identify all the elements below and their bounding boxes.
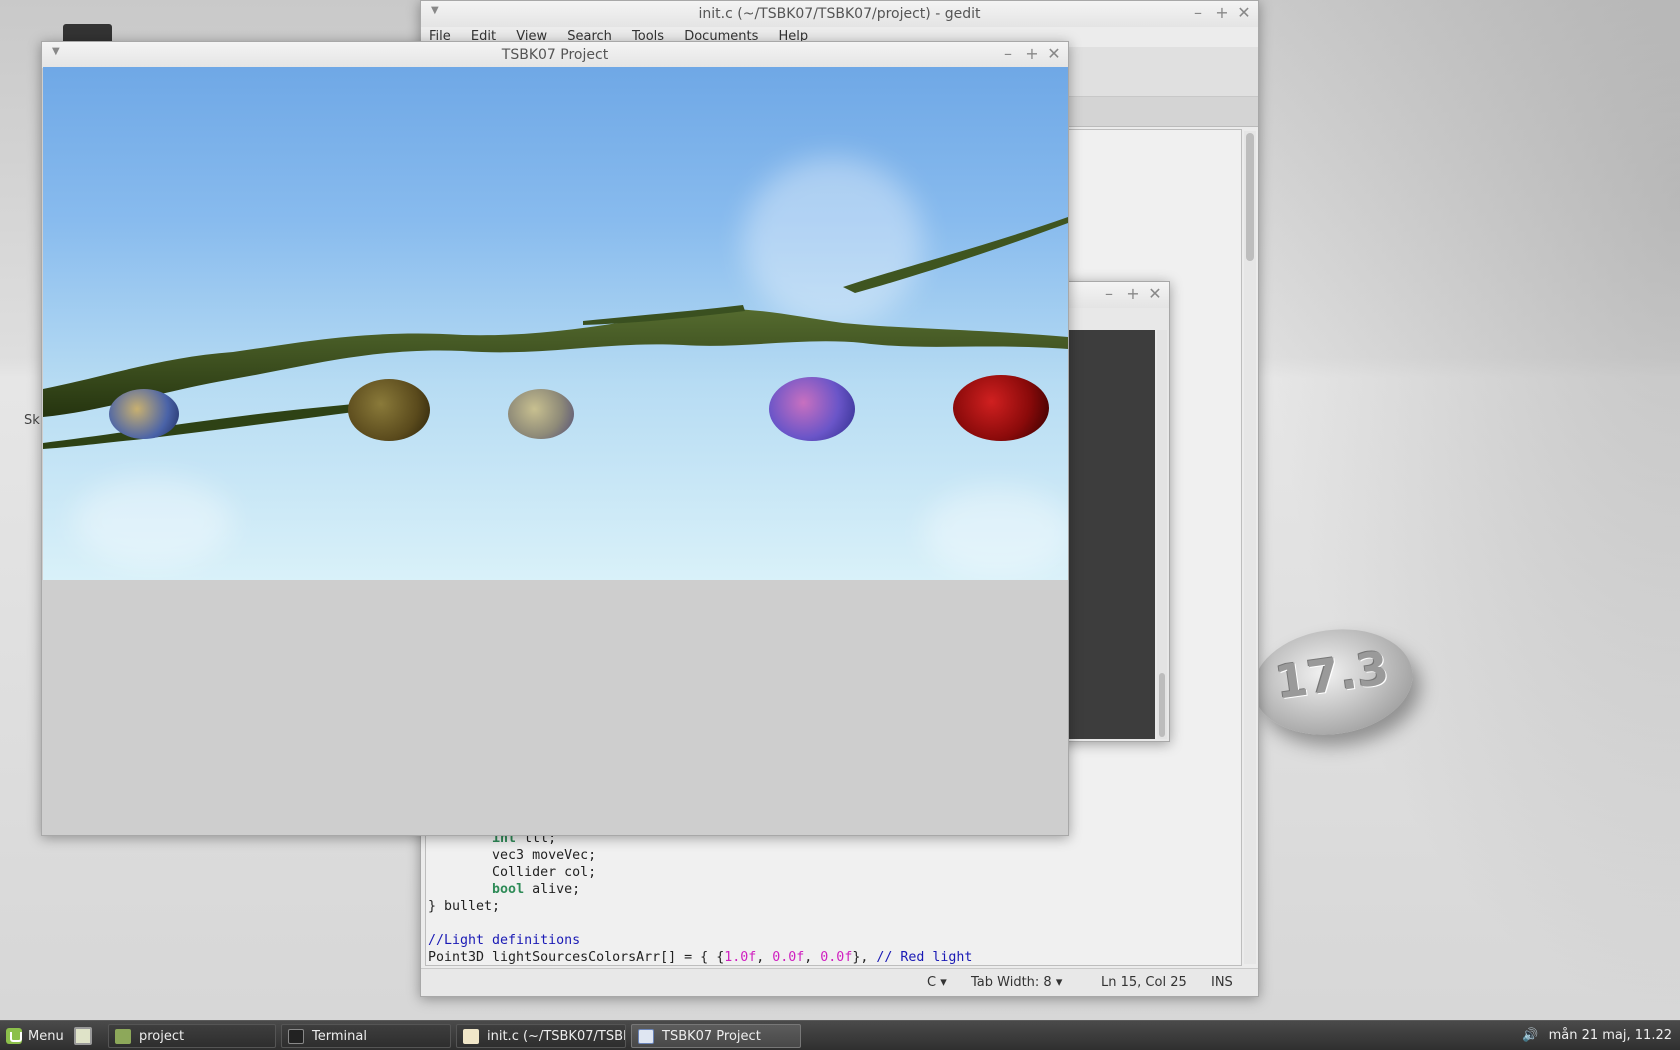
terminal-titlebar[interactable]: – + ✕: [1059, 282, 1169, 308]
maximize-icon[interactable]: +: [1212, 3, 1232, 22]
scrollbar-thumb[interactable]: [1159, 673, 1165, 737]
clock[interactable]: mån 21 maj, 11.22: [1549, 1028, 1672, 1043]
terminal-scrollbar[interactable]: [1157, 330, 1167, 739]
code-token: ,: [804, 950, 821, 965]
terminal-icon: [288, 1028, 304, 1044]
close-icon[interactable]: ✕: [1145, 284, 1165, 303]
text-editor-icon: [463, 1028, 479, 1044]
psychedelic-sphere: [769, 377, 855, 441]
terrain-strand: [843, 217, 1068, 293]
start-menu-button[interactable]: Menu: [6, 1025, 64, 1047]
moon-sphere: [508, 389, 574, 439]
taskbar: Menu project Terminal init.c (~/TSBK07/T…: [0, 1020, 1680, 1050]
opengl-viewport[interactable]: [43, 67, 1068, 580]
code-token: vec3 moveVec;: [428, 848, 597, 863]
taskbar-button-project[interactable]: project: [108, 1024, 276, 1048]
project-window: ▼ TSBK07 Project – + ✕: [41, 41, 1069, 836]
volume-icon[interactable]: 🔊: [1522, 1028, 1538, 1043]
tab-width-selector[interactable]: Tab Width: 8 ▾: [971, 975, 1062, 990]
code-token: 0.0f: [820, 950, 853, 965]
taskbar-button-gedit[interactable]: init.c (~/TSBK07/TSBK...: [456, 1024, 626, 1048]
taskbar-button-label: project: [139, 1028, 185, 1044]
language-selector[interactable]: C ▾: [927, 975, 947, 990]
code-token: alive;: [524, 882, 581, 897]
code-line[interactable]: bool alive;: [428, 881, 972, 898]
gedit-window-title: init.c (~/TSBK07/TSBK07/project) - gedit: [698, 6, 981, 22]
code-line[interactable]: Collider col;: [428, 864, 972, 881]
insert-mode: INS: [1211, 975, 1233, 990]
gedit-statusbar: C ▾ Tab Width: 8 ▾ Ln 15, Col 25 INS: [421, 968, 1258, 996]
window-icon: [638, 1028, 654, 1044]
taskbar-button-tsbk07[interactable]: TSBK07 Project: [631, 1024, 801, 1048]
desktop-icon-label: Sk: [24, 413, 40, 428]
lava-sphere: [953, 375, 1049, 441]
taskbar-button-label: init.c (~/TSBK07/TSBK...: [487, 1028, 625, 1044]
terminal-window: – + ✕: [1058, 281, 1170, 742]
code-token: // Red light: [876, 950, 973, 965]
code-token: ,: [756, 950, 773, 965]
gedit-titlebar[interactable]: ▼ init.c (~/TSBK07/TSBK07/project) - ged…: [421, 1, 1258, 27]
taskbar-button-label: TSBK07 Project: [662, 1028, 761, 1044]
terrain-svg: [43, 217, 1068, 449]
code-line[interactable]: vec3 moveVec;: [428, 847, 972, 864]
minimize-icon[interactable]: –: [1188, 3, 1208, 22]
project-titlebar[interactable]: ▼ TSBK07 Project – + ✕: [42, 42, 1068, 68]
cursor-position: Ln 15, Col 25: [1101, 975, 1187, 990]
rock-sphere: [348, 379, 430, 441]
badge-text: 17.3: [1272, 640, 1392, 710]
code-line[interactable]: //Light definitions: [428, 932, 972, 949]
maximize-icon[interactable]: +: [1123, 284, 1143, 303]
minimize-icon[interactable]: –: [1099, 284, 1119, 303]
code-text[interactable]: int ttl; vec3 moveVec; Collider col; boo…: [428, 830, 973, 965]
code-token: bool: [492, 882, 525, 897]
earth-sphere: [109, 389, 179, 439]
code-token: } bullet;: [428, 899, 501, 914]
language-label: C: [927, 975, 937, 990]
chevron-down-icon: ▾: [1055, 975, 1063, 990]
tab-width-label: Tab Width: 8: [971, 975, 1052, 990]
code-line[interactable]: } bullet;: [428, 898, 972, 915]
mint-logo-icon: [6, 1028, 22, 1044]
code-token: //Light definitions: [428, 933, 581, 948]
taskbar-button-terminal[interactable]: Terminal: [281, 1024, 451, 1048]
code-token: },: [852, 950, 877, 965]
close-icon[interactable]: ✕: [1044, 44, 1064, 63]
project-window-title: TSBK07 Project: [501, 47, 609, 63]
scrollbar-thumb[interactable]: [1246, 133, 1254, 261]
code-token: Collider col;: [428, 865, 597, 880]
code-token: Point3D lightSourcesColorsArr[] = { {: [428, 950, 725, 965]
show-desktop-icon[interactable]: [74, 1027, 92, 1045]
desktop-shading: [1260, 0, 1680, 1020]
code-token: 1.0f: [724, 950, 757, 965]
code-line[interactable]: Point3D lightSourcesColorsArr[] = { {1.0…: [428, 949, 973, 965]
minimize-icon[interactable]: –: [998, 44, 1018, 63]
code-token: 0.0f: [772, 950, 805, 965]
chevron-down-icon: ▾: [940, 975, 947, 990]
terminal-body[interactable]: [1069, 330, 1155, 739]
folder-icon: [115, 1028, 131, 1044]
maximize-icon[interactable]: +: [1022, 44, 1042, 63]
code-line[interactable]: [428, 915, 972, 932]
editor-scrollbar[interactable]: [1244, 131, 1256, 964]
close-icon[interactable]: ✕: [1234, 3, 1254, 22]
system-tray: 🔊 mån 21 maj, 11.22: [1522, 1028, 1672, 1043]
taskbar-button-label: Terminal: [312, 1028, 367, 1044]
menu-label: Menu: [28, 1028, 64, 1044]
